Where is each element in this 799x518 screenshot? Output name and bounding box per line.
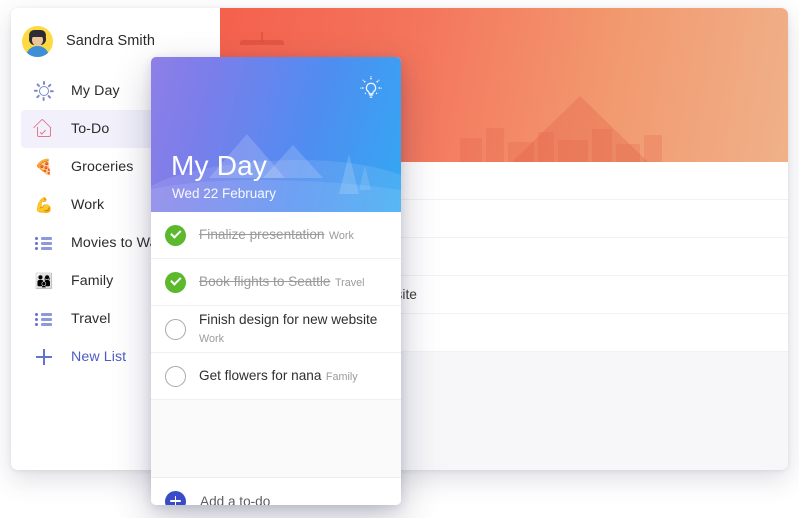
tree-shape: [339, 154, 359, 194]
sun-icon: [33, 80, 55, 102]
sidebar-item-label: Travel: [71, 311, 111, 327]
todo-list-name: Travel: [334, 277, 365, 289]
list-item[interactable]: Finish design for new website Work: [151, 306, 401, 353]
list-item[interactable]: Get flowers for nana Family: [151, 353, 401, 400]
todo-list-name: Work: [199, 333, 224, 345]
add-todo-button[interactable]: Add a to-do: [151, 478, 401, 505]
plus-icon: [33, 346, 55, 368]
pizza-icon: 🍕: [34, 158, 54, 176]
todo-list-name: Work: [328, 230, 354, 242]
sidebar-item-label: Work: [71, 197, 105, 213]
plus-circle-icon: [165, 490, 186, 505]
card-empty-area: [151, 400, 401, 478]
checkbox-icon[interactable]: [165, 224, 186, 246]
bicep-icon: 💪: [34, 196, 54, 214]
new-list-label: New List: [71, 349, 127, 365]
tree-shape: [359, 166, 371, 190]
add-todo-label: Add a to-do: [200, 493, 271, 506]
house-check-icon: [33, 117, 55, 140]
profile-name: Sandra Smith: [66, 33, 156, 49]
family-icon: 👨‍👩‍👦: [34, 272, 54, 290]
lightbulb-icon[interactable]: [357, 75, 385, 103]
sidebar-item-label: Family: [71, 273, 114, 289]
todo-title: Finish design for new website: [199, 312, 378, 327]
card-date: Wed 22 February: [172, 186, 277, 201]
sidebar-item-label: My Day: [71, 83, 120, 99]
sidebar-item-label: Groceries: [71, 159, 134, 175]
list-item[interactable]: Book flights to Seattle Travel: [151, 259, 401, 306]
card-hero-banner: My Day Wed 22 February: [151, 57, 401, 212]
list-icon: [33, 308, 55, 330]
checkbox-icon[interactable]: [165, 318, 186, 340]
todo-title: Get flowers for nana: [199, 368, 322, 383]
checkbox-icon[interactable]: [165, 271, 186, 293]
pagoda-icon: [240, 32, 284, 54]
checkbox-icon[interactable]: [165, 365, 186, 387]
my-day-card: My Day Wed 22 February Finalize presenta…: [151, 57, 401, 505]
todo-list: Finalize presentation Work Book flights …: [151, 212, 401, 478]
avatar: [22, 25, 53, 57]
todo-title: Finalize presentation: [199, 227, 325, 242]
mountain-peak: [263, 145, 323, 178]
screenshot-root: Sandra Smith My Day To-Do 🍕 Groceries 💪 …: [0, 0, 799, 518]
list-item[interactable]: Finalize presentation Work: [151, 212, 401, 259]
todo-list-name: Family: [325, 371, 358, 383]
list-icon: [33, 232, 55, 254]
sidebar-item-label: To-Do: [71, 121, 110, 137]
todo-title: Book flights to Seattle: [199, 274, 331, 289]
card-title: My Day: [171, 150, 268, 181]
